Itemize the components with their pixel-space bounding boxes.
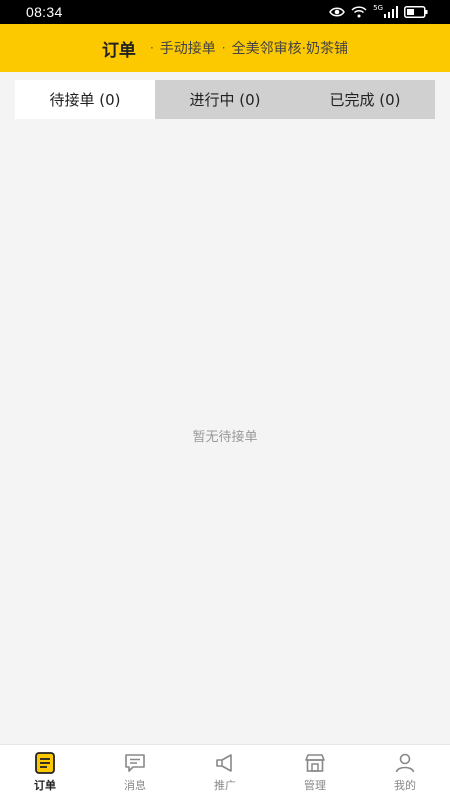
order-mode-label[interactable]: 手动接单: [160, 38, 216, 58]
tab-completed[interactable]: 已完成 (0): [295, 80, 435, 119]
nav-label-promotion: 推广: [214, 779, 236, 792]
header-separator: ·: [149, 41, 154, 55]
eye-icon: [329, 7, 345, 17]
header-separator: ·: [221, 41, 226, 55]
status-icons: 5G: [329, 4, 428, 18]
bottom-nav: 订单 消息 推广 管理 我的: [0, 744, 450, 800]
message-icon: [125, 754, 145, 772]
nav-label-orders: 订单: [34, 779, 56, 792]
page-title: 订单: [101, 40, 136, 61]
tab-pending[interactable]: 待接单 (0): [15, 80, 155, 119]
nav-label-me: 我的: [394, 779, 416, 792]
wifi-icon: [351, 6, 367, 18]
order-icon: [35, 752, 55, 774]
app-header: 订单 · 手动接单 · 全美邻审核·奶茶铺: [0, 24, 450, 72]
nav-item-management[interactable]: 管理: [270, 745, 360, 800]
order-status-tabs: 待接单 (0) 进行中 (0) 已完成 (0): [15, 80, 435, 119]
tab-in-progress[interactable]: 进行中 (0): [155, 80, 295, 119]
megaphone-icon: [216, 754, 232, 772]
nav-item-promotion[interactable]: 推广: [180, 745, 270, 800]
status-time: 08:34: [26, 4, 63, 20]
status-bar: 08:34 5G: [0, 0, 450, 24]
nav-label-messages: 消息: [124, 779, 146, 792]
shop-name-label[interactable]: 全美邻审核·奶茶铺: [232, 38, 348, 58]
battery-icon: [404, 6, 428, 18]
signal-icon: [384, 6, 398, 18]
nav-item-messages[interactable]: 消息: [90, 745, 180, 800]
empty-state-text: 暂无待接单: [192, 430, 258, 445]
nav-label-management: 管理: [304, 779, 326, 792]
nav-item-orders[interactable]: 订单: [0, 745, 90, 800]
network-type-label: 5G: [373, 4, 383, 12]
store-icon: [305, 754, 325, 772]
person-icon: [395, 753, 415, 773]
nav-item-me[interactable]: 我的: [360, 745, 450, 800]
